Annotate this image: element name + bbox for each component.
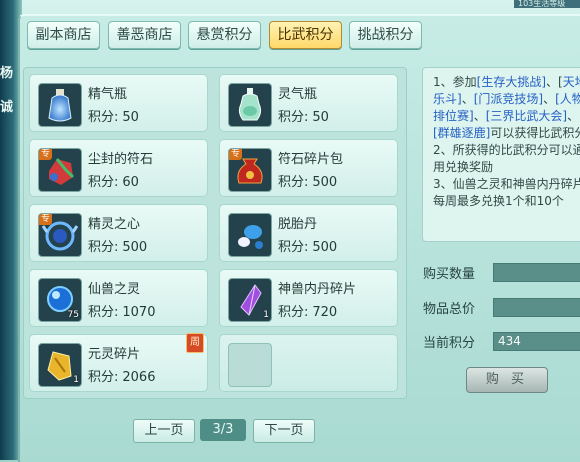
description-box: 1、参加[生存大挑战]、[天地乐斗]、[门派竞技场]、[人物排位赛]、[三界比武… [422,67,580,242]
next-page-button[interactable]: 下一页 [253,419,315,443]
item-name: 元灵碎片 [88,347,141,362]
item-name: 精灵之心 [88,217,141,232]
price-label: 积分: [278,110,309,125]
current-points-label: 当前积分 [423,336,476,351]
exclusive-badge: 专 [229,149,243,160]
item-name: 尘封的符石 [88,152,154,167]
item-slot-beast-core-fragment[interactable]: 1 神兽内丹碎片 积分: 720 [219,269,398,327]
rebirth-pill-icon [228,213,272,257]
item-name: 神兽内丹碎片 [278,282,357,297]
desc-paragraph-2: 2、所获得的比武积分可以通用兑换奖励 [433,143,580,174]
desc-paragraph-3: 3、仙兽之灵和神兽内丹碎片每周最多兑换1个和10个 [433,177,580,208]
empty-icon-slot [228,343,272,387]
item-name: 灵气瓶 [278,87,318,102]
page-indicator: 3/3 [200,419,246,441]
price-value: 1070 [122,305,156,320]
level-indicator: 103生活等级 [514,0,580,8]
price-value: 720 [312,305,338,320]
buy-button[interactable]: 购 买 [466,367,548,393]
item-name: 精气瓶 [88,87,128,102]
aura-bottle-icon [228,83,272,127]
empty-item-slot [219,334,398,392]
item-slot-rebirth-pill[interactable]: 脱胎丹 积分: 500 [219,204,398,262]
current-points-field: 434 [493,332,580,351]
price-label: 积分: [278,305,309,320]
total-price-field [493,298,580,317]
prev-page-button[interactable]: 上一页 [133,419,195,443]
yuanling-fragment-icon: 1 [38,343,82,387]
price-value: 50 [122,110,139,125]
item-price: 积分: 50 [88,106,139,125]
price-label: 积分: [278,240,309,255]
exclusive-badge: 专 [39,214,53,225]
desc-text-fragment: 1、参加 [433,75,477,89]
left-deco-char-2: 诚 [0,100,14,115]
item-slot-elf-heart[interactable]: 专 精灵之心 积分: 500 [29,204,208,262]
spirit-bottle-icon [38,83,82,127]
desc-text-fragment: 、[ [546,75,563,89]
item-count: 75 [67,310,79,320]
item-price: 积分: 500 [278,171,337,190]
price-label: 积分: [88,240,119,255]
desc-activity-link: [三界比武大会] [485,109,568,123]
elf-heart-icon: 专 [38,213,82,257]
item-count: 1 [263,310,269,320]
item-name: 脱胎丹 [278,217,318,232]
tab-dungeon-shop[interactable]: 副本商店 [27,21,100,49]
price-value: 2066 [122,370,156,385]
tab-arena-points[interactable]: 比武积分 [269,21,342,49]
desc-activity-link: [群雄逐鹿] [433,126,491,140]
divine-beast-spirit-icon: 75 [38,278,82,322]
item-slot-spirit-bottle[interactable]: 精气瓶 积分: 50 [29,74,208,132]
beast-core-fragment-icon: 1 [228,278,272,322]
item-price: 积分: 500 [88,236,147,255]
item-name: 符石碎片包 [278,152,344,167]
quantity-input[interactable] [493,263,580,282]
left-deco-char-1: 杨 [0,66,14,81]
desc-text-fragment: 、 [543,92,556,106]
sealed-rune-stone-icon: 专 [38,148,82,192]
price-label: 积分: [88,110,119,125]
price-label: 积分: [88,370,119,385]
item-count: 1 [73,375,79,385]
price-label: 积分: [88,175,119,190]
desc-text-fragment: 可以获得比武积分 [490,126,580,140]
price-value: 50 [312,110,329,125]
desc-activity-link: [生存大挑战] [476,75,547,89]
item-grid: 精气瓶 积分: 50 灵气瓶 积分: 50 专 尘封的符石 积分: 60 专 符石碎片… [23,67,407,399]
exclusive-badge: 专 [39,149,53,160]
desc-text-fragment: 、 [461,92,474,106]
desc-activity-link: [门派竞技场] [473,92,544,106]
item-slot-divine-beast-spirit[interactable]: 75 仙兽之灵 积分: 1070 [29,269,208,327]
weekly-limit-badge: 周 [186,333,204,353]
item-slot-rune-fragment-bag[interactable]: 专 符石碎片包 积分: 500 [219,139,398,197]
item-price: 积分: 60 [88,171,139,190]
item-slot-yuanling-fragment[interactable]: 1 元灵碎片 积分: 2066 周 [29,333,208,392]
item-price: 积分: 1070 [88,301,155,320]
tab-karma-shop[interactable]: 善恶商店 [108,21,181,49]
price-label: 积分: [88,305,119,320]
price-label: 积分: [278,175,309,190]
description-text: 1、参加[生存大挑战]、[天地乐斗]、[门派竞技场]、[人物排位赛]、[三界比武… [433,74,580,210]
tab-bounty-points[interactable]: 悬赏积分 [188,21,261,49]
item-price: 积分: 50 [278,106,329,125]
item-price: 积分: 2066 [88,366,155,385]
desc-text-fragment: 、 [473,109,486,123]
item-name: 仙兽之灵 [88,282,141,297]
price-value: 500 [312,240,338,255]
rune-fragment-bag-icon: 专 [228,148,272,192]
price-value: 500 [122,240,148,255]
item-slot-aura-bottle[interactable]: 灵气瓶 积分: 50 [219,74,398,132]
item-price: 积分: 500 [278,236,337,255]
desc-text-fragment: 、 [567,109,580,123]
total-price-label: 物品总价 [423,302,476,317]
price-value: 500 [312,175,338,190]
item-price: 积分: 720 [278,301,337,320]
item-slot-sealed-rune-stone[interactable]: 专 尘封的符石 积分: 60 [29,139,208,197]
tab-challenge-points[interactable]: 挑战积分 [349,21,422,49]
price-value: 60 [122,175,139,190]
quantity-label: 购买数量 [423,267,476,282]
